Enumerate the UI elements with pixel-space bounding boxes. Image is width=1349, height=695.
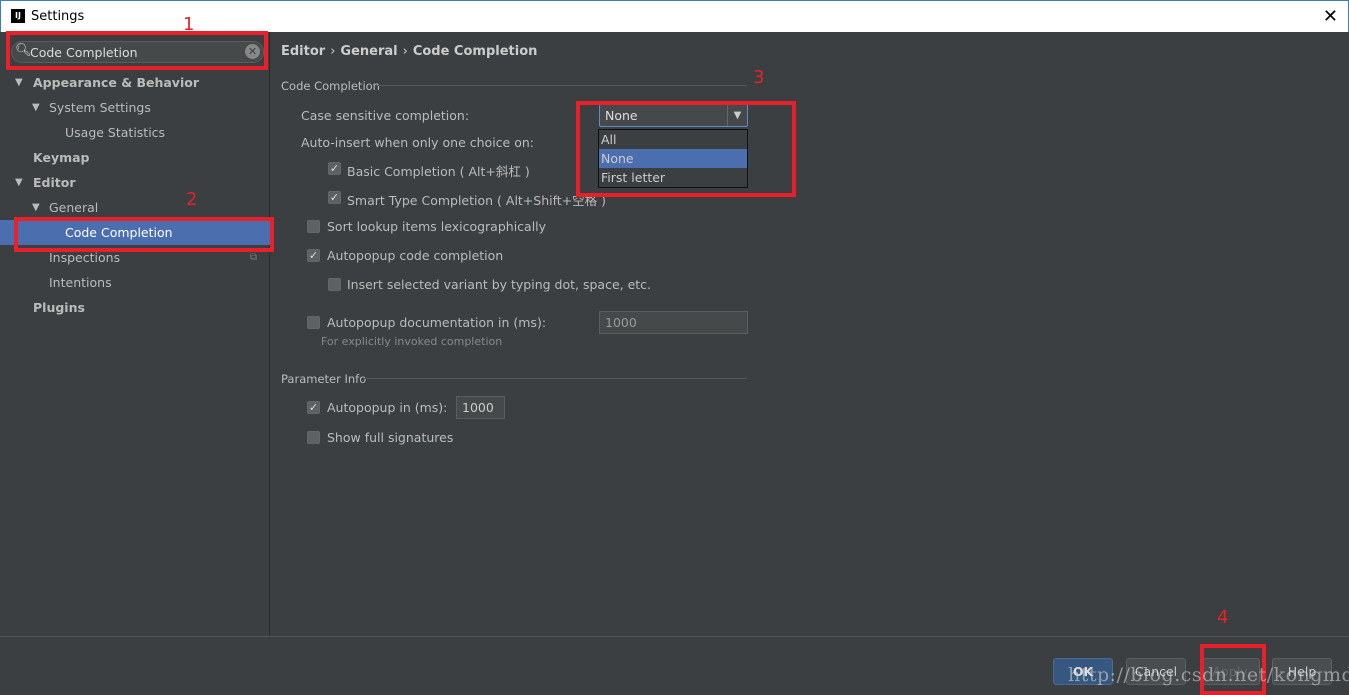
watermark: http://blog.csdn.net/kongmd — [1068, 664, 1349, 686]
autopopup-completion-label: Autopopup code completion — [327, 248, 504, 263]
breadcrumb: Editor › General › Code Completion — [281, 44, 537, 59]
insert-selected-checkbox[interactable] — [328, 278, 341, 291]
sidebar: 🔍︎ Code Completion ✕ ▼ Appearance & Behav… — [0, 32, 270, 636]
annotation-box-3 — [576, 101, 796, 197]
expand-arrow-icon[interactable]: ▼ — [15, 170, 23, 195]
breadcrumb-separator: › — [330, 44, 336, 59]
divider — [378, 85, 747, 86]
annotation-box-2 — [14, 217, 274, 252]
smart-completion-label: Smart Type Completion ( Alt+Shift+空格 ) — [347, 193, 607, 208]
tree-label: Appearance & Behavior — [33, 75, 199, 90]
sort-lookup-label: Sort lookup items lexicographically — [327, 219, 547, 234]
tree-keymap[interactable]: Keymap — [0, 145, 270, 170]
hint-text: For explicitly invoked completion — [321, 335, 503, 348]
annotation-number: 3 — [753, 67, 765, 88]
tree-appearance-behavior[interactable]: ▼ Appearance & Behavior — [0, 70, 270, 95]
section-parameter-info: Parameter Info — [281, 372, 367, 386]
annotation-box-1 — [6, 31, 268, 70]
breadcrumb-separator: › — [402, 44, 408, 59]
annotation-number: 4 — [1217, 607, 1229, 628]
param-autopopup-label: Autopopup in (ms): — [327, 400, 448, 415]
section-code-completion: Code Completion — [281, 79, 380, 93]
autopopup-doc-checkbox[interactable] — [307, 316, 320, 329]
app-logo: IJ — [11, 9, 25, 23]
basic-completion-checkbox[interactable]: ✓ — [328, 162, 341, 175]
basic-completion-label: Basic Completion ( Alt+斜杠 ) — [347, 164, 530, 179]
param-autopopup-input[interactable]: 1000 — [456, 396, 505, 419]
annotation-number: 1 — [183, 14, 195, 35]
annotation-number: 2 — [186, 189, 198, 210]
close-icon[interactable]: ✕ — [1323, 6, 1338, 27]
tree-label: Editor — [33, 175, 76, 190]
tree-usage-statistics[interactable]: Usage Statistics — [0, 120, 270, 145]
divider — [364, 378, 747, 379]
autopopup-completion-checkbox[interactable]: ✓ — [307, 249, 320, 262]
breadcrumb-item: General — [340, 44, 398, 59]
tree-label: System Settings — [49, 100, 151, 115]
tree-plugins[interactable]: Plugins — [0, 295, 270, 320]
tree-intentions[interactable]: Intentions — [0, 270, 270, 295]
sort-lookup-checkbox[interactable] — [307, 220, 320, 233]
full-signatures-checkbox[interactable] — [307, 431, 320, 444]
title-bar: IJ Settings ✕ — [0, 0, 1349, 32]
smart-completion-checkbox[interactable]: ✓ — [328, 191, 341, 204]
full-signatures-label: Show full signatures — [327, 430, 454, 445]
tree-label: Keymap — [33, 150, 90, 165]
insert-selected-label: Insert selected variant by typing dot, s… — [347, 277, 652, 292]
tree-editor[interactable]: ▼ Editor — [0, 170, 270, 195]
case-sensitive-label: Case sensitive completion: — [301, 108, 470, 123]
expand-arrow-icon[interactable]: ▼ — [15, 70, 23, 95]
tree-label: Usage Statistics — [65, 125, 166, 140]
autopopup-doc-label: Autopopup documentation in (ms): — [327, 315, 547, 330]
tree-label: Intentions — [49, 275, 112, 290]
tree-system-settings[interactable]: ▼ System Settings — [0, 95, 270, 120]
tree-label: Plugins — [33, 300, 85, 315]
window-title: Settings — [31, 9, 85, 24]
auto-insert-label: Auto-insert when only one choice on: — [301, 135, 534, 150]
expand-arrow-icon[interactable]: ▼ — [32, 95, 40, 120]
autopopup-doc-input[interactable]: 1000 — [599, 311, 748, 334]
param-autopopup-checkbox[interactable]: ✓ — [307, 401, 320, 414]
breadcrumb-item: Editor — [281, 44, 326, 59]
breadcrumb-item: Code Completion — [412, 44, 538, 59]
